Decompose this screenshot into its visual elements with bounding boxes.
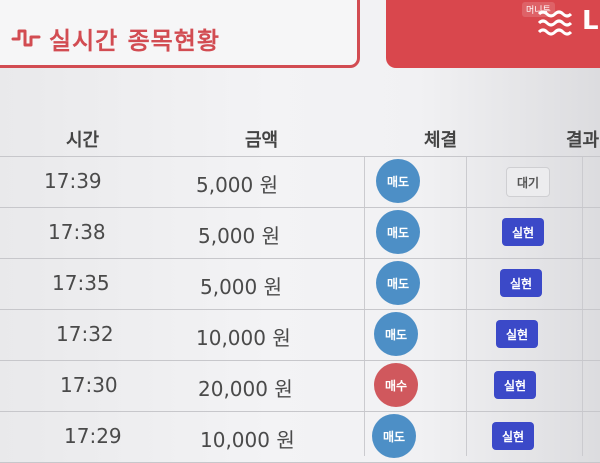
column-header-amount: 금액 [245, 130, 279, 151]
row-amount: 5,000 원 [196, 173, 279, 197]
table-row[interactable]: 17:29 10,000 원 매도 실현 [0, 411, 600, 463]
row-time: 17:35 [52, 271, 110, 295]
table-row[interactable]: 17:30 20,000 원 매수 실현 [0, 360, 600, 411]
realized-status-button[interactable]: 실현 [496, 320, 539, 348]
menu-button[interactable]: L [386, 0, 600, 68]
row-time: 17:38 [48, 220, 106, 244]
realized-status-button[interactable]: 실현 [500, 269, 543, 297]
realized-status-button[interactable]: 실현 [492, 422, 535, 450]
pending-status-button[interactable]: 대기 [506, 167, 551, 197]
realized-status-button[interactable]: 실현 [502, 218, 545, 246]
row-amount: 5,000 원 [200, 275, 283, 299]
trade-table: 17:39 5,000 원 매도 대기 17:38 5,000 원 매도 실현 17:35 5,0… [0, 156, 600, 463]
row-time: 17:39 [44, 169, 102, 193]
watermark: 머니투 [522, 2, 555, 17]
table-row[interactable]: 17:38 5,000 원 매도 실현 [0, 207, 600, 258]
table-row[interactable]: 17:39 5,000 원 매도 대기 [0, 156, 600, 207]
table-header: 시간 금액 체결 결과 [0, 126, 600, 156]
table-row[interactable]: 17:32 10,000 원 매도 실현 [0, 309, 600, 360]
row-amount: 10,000 원 [200, 428, 295, 452]
row-amount: 20,000 원 [198, 377, 293, 401]
sell-badge: 매도 [376, 159, 420, 203]
buy-badge: 매수 [374, 363, 418, 407]
sell-badge: 매도 [372, 414, 416, 458]
sell-badge: 매도 [376, 210, 420, 254]
realized-status-button[interactable]: 실현 [494, 371, 537, 399]
realtime-stock-status-label: 실시간 종목현황 [49, 27, 220, 55]
sell-badge: 매도 [376, 261, 420, 305]
column-header-time: 시간 [66, 130, 100, 151]
row-time: 17:29 [64, 424, 122, 448]
sell-badge: 매도 [374, 312, 418, 356]
column-header-execution: 체결 [424, 130, 458, 151]
realtime-stock-status-button[interactable]: 실시간 종목현황 [0, 0, 360, 68]
table-row[interactable]: 17:35 5,000 원 매도 실현 [0, 258, 600, 309]
row-time: 17:30 [60, 373, 118, 397]
column-header-result: 결과 [566, 130, 600, 151]
row-time: 17:32 [56, 322, 114, 346]
row-amount: 5,000 원 [198, 224, 281, 248]
wave-icon [11, 29, 41, 47]
row-amount: 10,000 원 [196, 326, 291, 350]
menu-button-label: L [582, 6, 599, 36]
